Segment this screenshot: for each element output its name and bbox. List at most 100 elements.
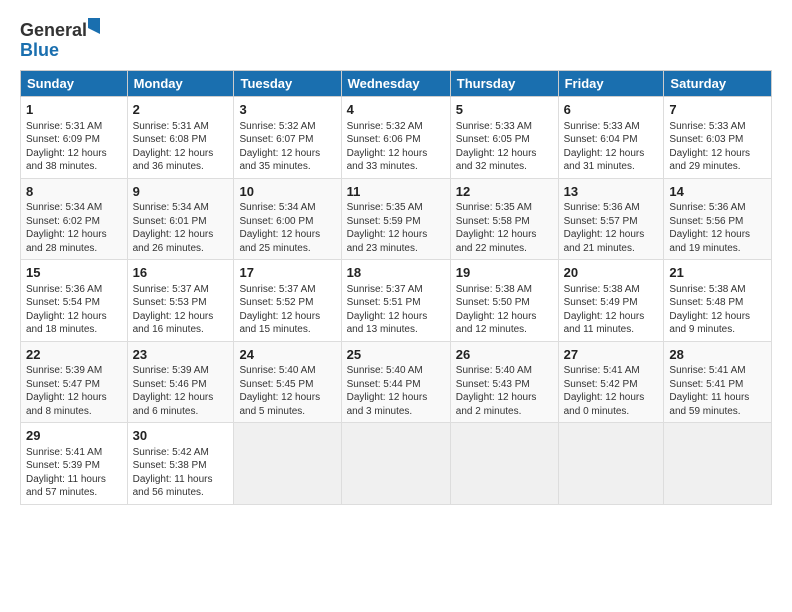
sunset-text: Sunset: 5:41 PM: [669, 379, 743, 390]
sunset-text: Sunset: 5:48 PM: [669, 297, 743, 308]
sunset-text: Sunset: 5:58 PM: [456, 216, 530, 227]
sunset-text: Sunset: 5:47 PM: [26, 379, 100, 390]
sunset-text: Sunset: 6:06 PM: [347, 134, 421, 145]
day-number: 15: [26, 264, 122, 282]
daylight-text: Daylight: 12 hours and 19 minutes.: [669, 229, 750, 254]
col-header-thursday: Thursday: [450, 71, 558, 97]
day-number: 18: [347, 264, 445, 282]
sunset-text: Sunset: 5:43 PM: [456, 379, 530, 390]
calendar-cell: 16Sunrise: 5:37 AMSunset: 5:53 PMDayligh…: [127, 260, 234, 342]
sunrise-text: Sunrise: 5:32 AM: [347, 121, 423, 132]
day-number: 28: [669, 346, 766, 364]
sunrise-text: Sunrise: 5:34 AM: [239, 202, 315, 213]
calendar-cell: 11Sunrise: 5:35 AMSunset: 5:59 PMDayligh…: [341, 178, 450, 260]
day-number: 10: [239, 183, 335, 201]
day-number: 23: [133, 346, 229, 364]
sunrise-text: Sunrise: 5:39 AM: [26, 365, 102, 376]
sunrise-text: Sunrise: 5:33 AM: [456, 121, 532, 132]
daylight-text: Daylight: 12 hours and 16 minutes.: [133, 311, 214, 336]
sunset-text: Sunset: 5:59 PM: [347, 216, 421, 227]
sunrise-text: Sunrise: 5:34 AM: [26, 202, 102, 213]
sunrise-text: Sunrise: 5:37 AM: [347, 284, 423, 295]
sunset-text: Sunset: 5:54 PM: [26, 297, 100, 308]
day-number: 1: [26, 101, 122, 119]
daylight-text: Daylight: 11 hours and 57 minutes.: [26, 474, 106, 499]
sunset-text: Sunset: 6:00 PM: [239, 216, 313, 227]
calendar-cell: 18Sunrise: 5:37 AMSunset: 5:51 PMDayligh…: [341, 260, 450, 342]
calendar-cell: 28Sunrise: 5:41 AMSunset: 5:41 PMDayligh…: [664, 341, 772, 423]
col-header-sunday: Sunday: [21, 71, 128, 97]
col-header-tuesday: Tuesday: [234, 71, 341, 97]
calendar-table: SundayMondayTuesdayWednesdayThursdayFrid…: [20, 70, 772, 505]
calendar-cell: 6Sunrise: 5:33 AMSunset: 6:04 PMDaylight…: [558, 97, 664, 179]
sunset-text: Sunset: 6:08 PM: [133, 134, 207, 145]
sunrise-text: Sunrise: 5:32 AM: [239, 121, 315, 132]
calendar-cell: 8Sunrise: 5:34 AM Sunset: 6:02 PM Daylight…: [21, 178, 128, 260]
sunset-text: Sunset: 6:03 PM: [669, 134, 743, 145]
day-number: 30: [133, 427, 229, 445]
sunrise-text: Sunrise: 5:34 AM: [133, 202, 209, 213]
sunrise-text: Sunrise: 5:41 AM: [564, 365, 640, 376]
daylight-text: Daylight: 12 hours and 21 minutes.: [564, 229, 645, 254]
calendar-cell: 15Sunrise: 5:36 AMSunset: 5:54 PMDayligh…: [21, 260, 128, 342]
sunrise-text: Sunrise: 5:42 AM: [133, 447, 209, 458]
day-number: 20: [564, 264, 659, 282]
day-number: 5: [456, 101, 553, 119]
col-header-monday: Monday: [127, 71, 234, 97]
calendar-cell: 20 Sunrise: 5:38 AM Sunset: 5:49 PM Dayligh…: [558, 260, 664, 342]
sunrise-text: Sunrise: 5:33 AM: [564, 121, 640, 132]
sunset-text: Sunset: 6:02 PM: [26, 216, 100, 227]
daylight-text: Daylight: 12 hours and 9 minutes.: [669, 311, 750, 336]
daylight-text: Daylight: 12 hours and 12 minutes.: [456, 311, 537, 336]
calendar-week-row: 8Sunrise: 5:34 AMSunset: 6:02 PMDaylight…: [21, 178, 772, 260]
generalblue-logo: GeneralBlue: [20, 16, 100, 60]
calendar-cell: 7Sunrise: 5:33 AMSunset: 6:03 PMDaylight…: [664, 97, 772, 179]
day-number: 9: [133, 183, 229, 201]
calendar-week-row: 1Sunrise: 5:31 AMSunset: 6:09 PMDaylight…: [21, 97, 772, 179]
sunset-text: Sunset: 6:05 PM: [456, 134, 530, 145]
svg-text:Blue: Blue: [20, 40, 59, 60]
daylight-text: Daylight: 12 hours and 5 minutes.: [239, 392, 320, 417]
sunrise-text: Sunrise: 5:40 AM: [239, 365, 315, 376]
calendar-cell: 25Sunrise: 5:40 AM Sunset: 5:44 PM Dayligh…: [341, 341, 450, 423]
calendar-cell: 29Sunrise: 5:41 AMSunset: 5:39 PMDayligh…: [21, 423, 128, 505]
day-number: 25: [347, 346, 445, 364]
calendar-cell: 1Sunrise: 5:31 AMSunset: 6:09 PMDaylight…: [21, 97, 128, 179]
sunrise-text: Sunrise: 5:38 AM: [456, 284, 532, 295]
sunrise-text: Sunrise: 5:37 AM: [133, 284, 209, 295]
day-number: 8: [26, 183, 122, 201]
col-header-friday: Friday: [558, 71, 664, 97]
calendar-cell: 12Sunrise: 5:35 AMSunset: 5:58 PMDayligh…: [450, 178, 558, 260]
daylight-text: Daylight: 12 hours and 11 minutes.: [564, 311, 645, 336]
sunset-text: Sunset: 5:57 PM: [564, 216, 638, 227]
sunrise-text: Sunrise: 5:41 AM: [669, 365, 745, 376]
day-number: 4: [347, 101, 445, 119]
sunset-text: Sunset: 5:44 PM: [347, 379, 421, 390]
daylight-text: Daylight: 12 hours and 15 minutes.: [239, 311, 320, 336]
sunset-text: Sunset: 6:07 PM: [239, 134, 313, 145]
calendar-cell: 2Sunrise: 5:31 AMSunset: 6:08 PMDaylight…: [127, 97, 234, 179]
sunset-text: Sunset: 5:49 PM: [564, 297, 638, 308]
calendar-cell: 22Sunrise: 5:39 AMSunset: 5:47 PMDayligh…: [21, 341, 128, 423]
daylight-text: Daylight: 12 hours and 23 minutes.: [347, 229, 428, 254]
calendar-cell: [558, 423, 664, 505]
daylight-text: Daylight: 12 hours and 26 minutes.: [133, 229, 214, 254]
sunrise-text: Sunrise: 5:38 AM: [669, 284, 745, 295]
sunrise-text: Sunrise: 5:41 AM: [26, 447, 102, 458]
daylight-text: Daylight: 12 hours and 36 minutes.: [133, 148, 214, 173]
sunrise-text: Sunrise: 5:36 AM: [669, 202, 745, 213]
daylight-text: Daylight: 12 hours and 28 minutes.: [26, 229, 107, 254]
sunset-text: Sunset: 5:38 PM: [133, 460, 207, 471]
daylight-text: Daylight: 12 hours and 6 minutes.: [133, 392, 214, 417]
sunrise-text: Sunrise: 5:40 AM: [347, 365, 423, 376]
daylight-text: Daylight: 12 hours and 3 minutes.: [347, 392, 428, 417]
day-number: 14: [669, 183, 766, 201]
col-header-wednesday: Wednesday: [341, 71, 450, 97]
sunrise-text: Sunrise: 5:38 AM: [564, 284, 640, 295]
calendar-cell: 23Sunrise: 5:39 AMSunset: 5:46 PMDayligh…: [127, 341, 234, 423]
day-number: 22: [26, 346, 122, 364]
calendar-cell: 27Sunrise: 5:41 AMSunset: 5:42 PMDayligh…: [558, 341, 664, 423]
calendar-cell: 24Sunrise: 5:40 AMSunset: 5:45 PMDayligh…: [234, 341, 341, 423]
svg-text:General: General: [20, 20, 87, 40]
calendar-cell: 9Sunrise: 5:34 AMSunset: 6:01 PMDaylight…: [127, 178, 234, 260]
